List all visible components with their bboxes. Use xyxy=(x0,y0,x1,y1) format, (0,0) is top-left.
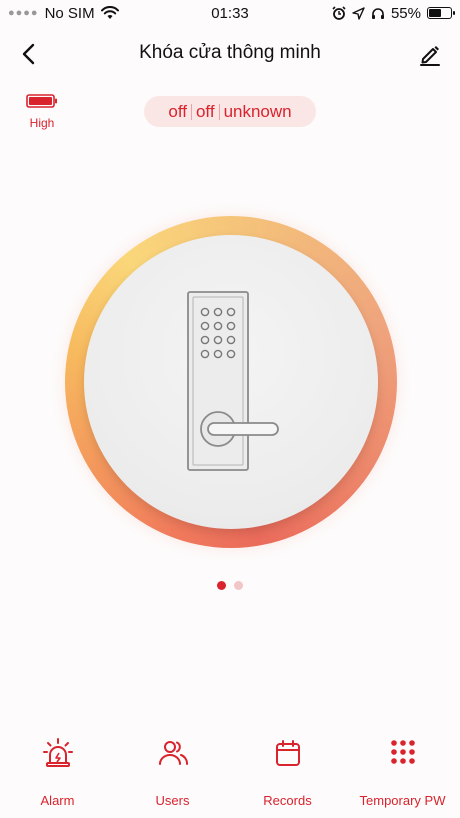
lock-status-pill: off off unknown xyxy=(144,96,316,127)
smart-door-lock-icon xyxy=(187,291,279,471)
lock-dial[interactable] xyxy=(65,216,397,548)
nav-bar: Khóa cửa thông minh xyxy=(0,32,460,74)
status-separator xyxy=(218,103,220,120)
wifi-icon xyxy=(100,6,119,19)
battery-percent: 55% xyxy=(390,4,421,22)
tab-alarm-label: Alarm xyxy=(40,793,75,808)
tab-temporary-pw-icon-wrap xyxy=(387,735,419,771)
lock-battery-indicator: High xyxy=(22,94,62,130)
tab-records-icon-wrap xyxy=(272,735,304,771)
signal-dots-icon: ●●●● xyxy=(8,7,39,19)
carrier-label: No SIM xyxy=(44,4,95,22)
bottom-tab-bar: Alarm Users Records Temporary PW xyxy=(0,735,460,815)
users-icon xyxy=(158,741,188,765)
tab-temporary-pw-label: Temporary PW xyxy=(359,793,446,808)
lock-dial-inner[interactable] xyxy=(84,235,378,529)
pencil-icon xyxy=(420,46,440,66)
chevron-left-icon xyxy=(22,43,35,65)
alarm-siren-icon xyxy=(42,738,73,767)
tab-users[interactable]: Users xyxy=(115,735,230,815)
page-indicator xyxy=(0,581,460,590)
lock-status-2: off xyxy=(195,101,215,121)
keypad-icon xyxy=(390,740,415,764)
status-separator xyxy=(190,103,192,120)
tab-records-label: Records xyxy=(263,793,312,808)
tab-records[interactable]: Records xyxy=(230,735,345,815)
page-title: Khóa cửa thông minh xyxy=(139,42,321,63)
status-bar: ●●●● No SIM 01:33 55% xyxy=(0,0,460,26)
tab-users-icon-wrap xyxy=(157,735,189,771)
battery-icon xyxy=(427,7,455,19)
tab-users-label: Users xyxy=(155,793,190,808)
battery-fill xyxy=(429,9,441,17)
lock-battery-label: High xyxy=(29,116,55,130)
tab-alarm-icon-wrap xyxy=(42,735,74,771)
alarm-clock-icon xyxy=(332,6,346,20)
page-dot[interactable] xyxy=(217,581,226,590)
location-arrow-icon xyxy=(352,6,365,20)
battery-full-icon xyxy=(26,94,57,108)
status-left: ●●●● No SIM xyxy=(8,5,119,22)
tab-alarm[interactable]: Alarm xyxy=(0,735,115,815)
calendar-icon xyxy=(275,740,300,766)
headphones-icon xyxy=(371,7,384,19)
lock-status-3: unknown xyxy=(223,101,292,121)
back-button[interactable] xyxy=(14,40,42,68)
lock-status-1: off xyxy=(168,101,187,121)
page-dot[interactable] xyxy=(234,581,243,590)
edit-button[interactable] xyxy=(416,40,444,68)
tab-temporary-pw[interactable]: Temporary PW xyxy=(345,735,460,815)
status-right: 55% xyxy=(332,4,455,22)
